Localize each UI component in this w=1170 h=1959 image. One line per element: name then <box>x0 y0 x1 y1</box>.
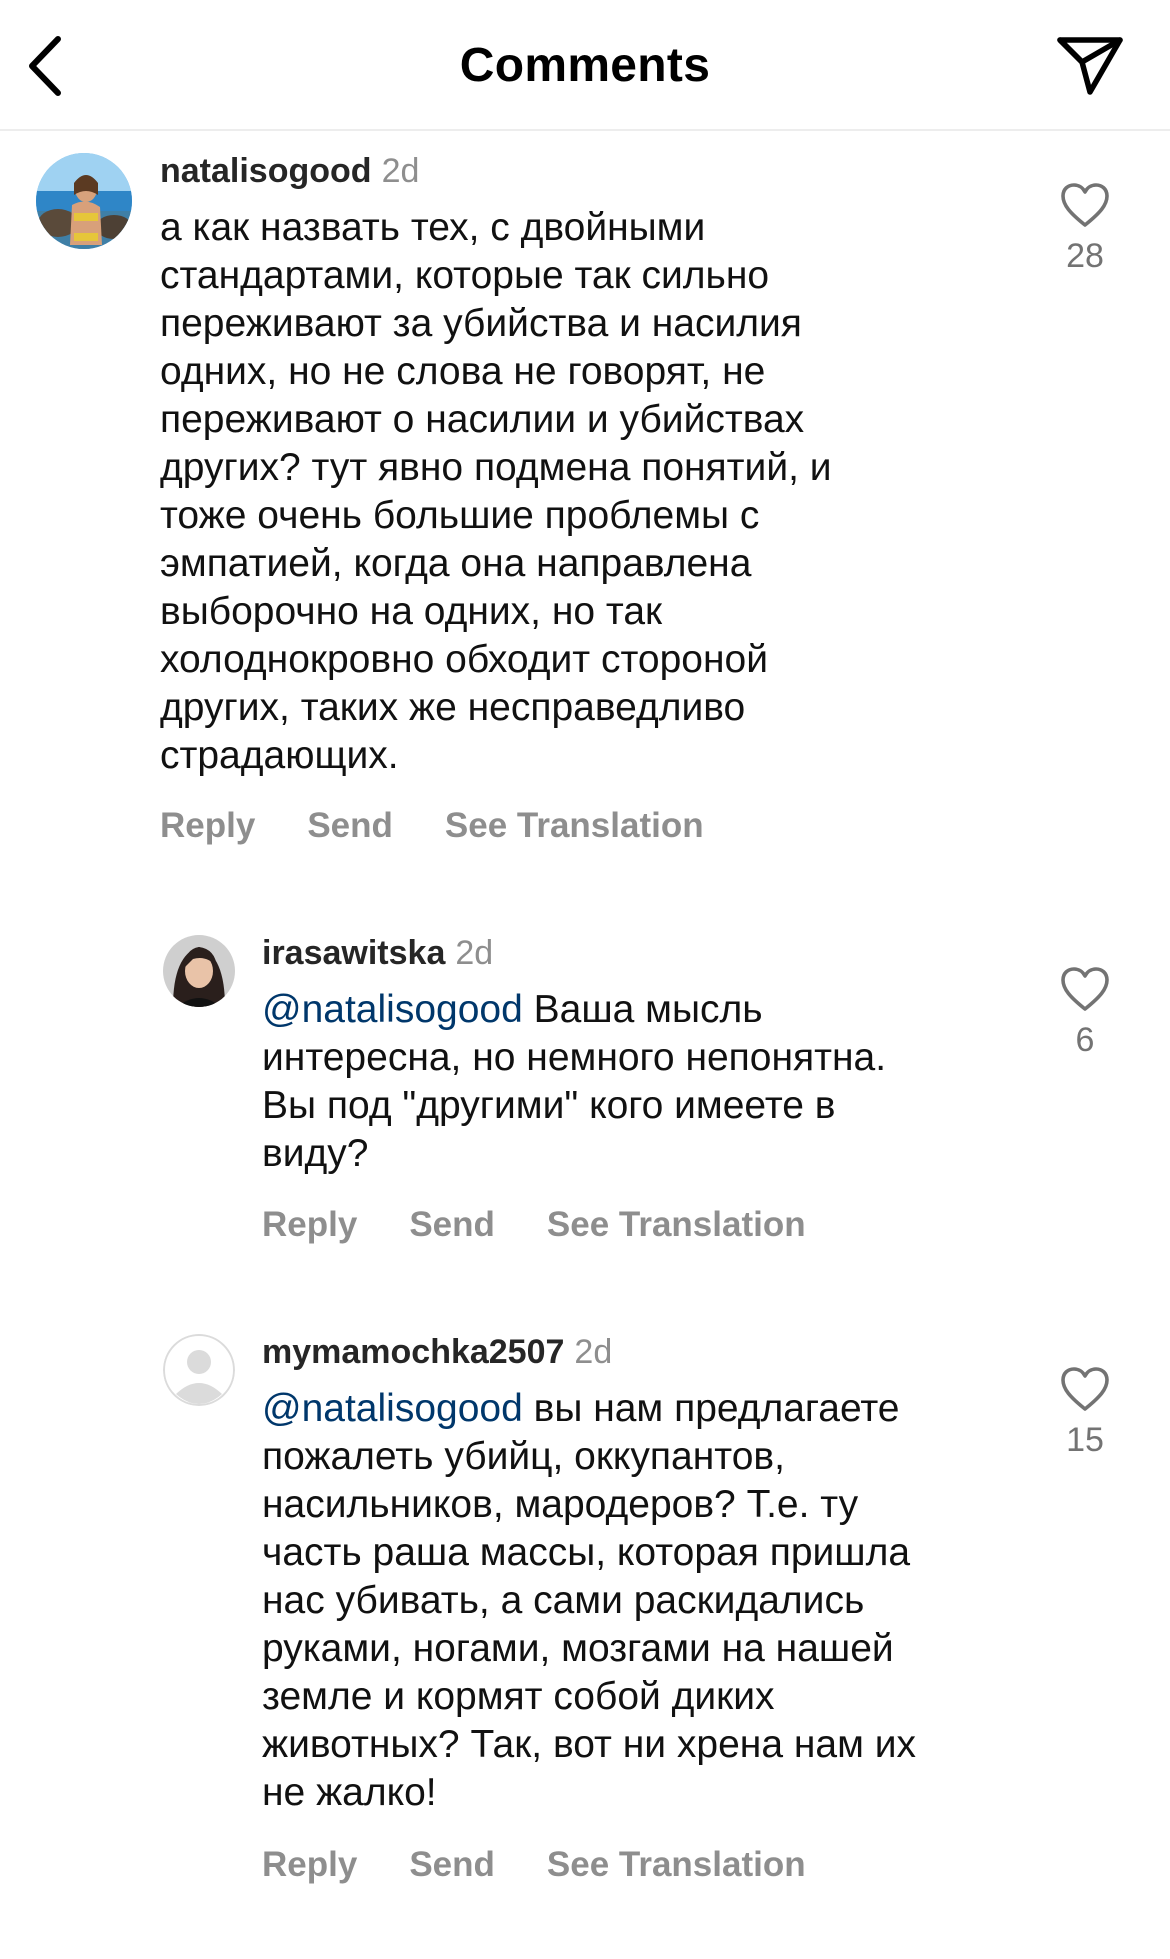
comment-meta: natalisogood 2d <box>160 148 419 194</box>
share-button[interactable] <box>1052 30 1128 100</box>
comment-text-line: интересна, но немного непонятна. <box>262 1036 887 1079</box>
send-button[interactable]: Send <box>409 1842 495 1888</box>
comment-text-line: а как назвать тех, с двойными <box>160 206 706 249</box>
send-button[interactable]: Send <box>409 1202 495 1248</box>
like-count: 6 <box>1075 1021 1095 1059</box>
comment-text-line: тоже очень большие проблемы с <box>160 494 760 537</box>
comment-text: @natalisogood Ваша мысль интересна, но н… <box>262 986 886 1178</box>
see-translation-button[interactable]: See Translation <box>445 803 704 849</box>
comment-text-line: эмпатией, когда она направлена <box>160 542 752 585</box>
comment-text-line: переживают за убийства и насилия <box>160 302 802 345</box>
comment-text-line: земле и кормят собой диких <box>262 1675 775 1718</box>
comment-text-segment: вы нам предлагаете <box>522 1387 900 1430</box>
like-count: 15 <box>1066 1421 1104 1459</box>
beach-photo-avatar <box>36 153 132 249</box>
reply-button[interactable]: Reply <box>262 1202 357 1248</box>
heart-icon[interactable] <box>1060 1366 1110 1412</box>
default-user-avatar <box>163 1334 235 1406</box>
see-translation-button[interactable]: See Translation <box>547 1842 806 1888</box>
like-control: 15 <box>1050 1366 1120 1462</box>
comment-text-line: виду? <box>262 1132 369 1175</box>
comment-text-line: страдающих. <box>160 734 399 777</box>
paper-plane-icon <box>1057 37 1123 95</box>
comment-text-line: @natalisogood вы нам предлагаете <box>262 1385 916 1433</box>
comment-text-line: нас убивать, а сами раскидались <box>262 1579 865 1622</box>
send-button[interactable]: Send <box>307 803 393 849</box>
comment-actions: Reply Send See Translation <box>262 1842 806 1888</box>
page-title: Comments <box>459 39 711 92</box>
comment-text-line: других, таких же несправедливо <box>160 686 746 729</box>
see-translation-button[interactable]: See Translation <box>547 1202 806 1248</box>
comment-text-line: руками, ногами, мозгами на нашей <box>262 1627 894 1670</box>
comment-text: а как назвать тех, с двойными стандартам… <box>160 204 832 780</box>
comment-timestamp: 2d <box>574 1333 613 1371</box>
comment-meta: mymamochka2507 2d <box>262 1329 612 1375</box>
comment-username[interactable]: mymamochka2507 <box>262 1333 564 1371</box>
user-avatar[interactable] <box>36 153 132 249</box>
comment-text-line: насильников, мародеров? Т.е. ту <box>262 1483 859 1526</box>
header-bar: Comments <box>0 0 1170 131</box>
heart-icon[interactable] <box>1060 182 1110 228</box>
comment-text-line: одних, но не слова не говорят, не <box>160 350 766 393</box>
like-control: 28 <box>1050 182 1120 278</box>
mention-link[interactable]: @natalisogood <box>262 1387 523 1430</box>
comment-text-line: животных? Так, вот ни хрена нам их <box>262 1723 917 1766</box>
comment-text-line: часть раша массы, которая пришла <box>262 1531 911 1574</box>
reply-button[interactable]: Reply <box>160 803 255 849</box>
comment-timestamp: 2d <box>455 934 494 972</box>
comment-text-line: стандартами, которые так сильно <box>160 254 770 297</box>
comment-username[interactable]: natalisogood <box>160 152 372 190</box>
like-control: 6 <box>1050 966 1120 1062</box>
comment-text: @natalisogood вы нам предлагаете пожалет… <box>262 1385 916 1817</box>
comment-text-line: других? тут явно подмена понятий, и <box>160 446 832 489</box>
comment-username[interactable]: irasawitska <box>262 934 445 972</box>
reply-button[interactable]: Reply <box>262 1842 357 1888</box>
heart-icon[interactable] <box>1060 966 1110 1012</box>
portrait-photo-avatar <box>163 935 235 1007</box>
comment-text-line: выборочно на одних, но так <box>160 590 663 633</box>
comment-text-line: не жалко! <box>262 1771 437 1814</box>
user-avatar[interactable] <box>163 1334 235 1406</box>
comment-text-line: @natalisogood Ваша мысль <box>262 986 886 1034</box>
user-avatar[interactable] <box>163 935 235 1007</box>
comment-text-line: холоднокровно обходит стороной <box>160 638 769 681</box>
comment-text-line: Вы под "другими" кого имеете в <box>262 1084 836 1127</box>
comment-text-line: переживают о насилии и убийствах <box>160 398 805 441</box>
like-count: 28 <box>1066 237 1104 275</box>
comment-text-line: пожалеть убийц, оккупантов, <box>262 1435 785 1478</box>
comment-timestamp: 2d <box>381 152 420 190</box>
mention-link[interactable]: @natalisogood <box>262 988 523 1031</box>
comment-actions: Reply Send See Translation <box>262 1202 806 1248</box>
comment-text-segment: Ваша мысль <box>522 988 763 1031</box>
comment-meta: irasawitska 2d <box>262 930 493 976</box>
comment-actions: Reply Send See Translation <box>160 803 704 849</box>
